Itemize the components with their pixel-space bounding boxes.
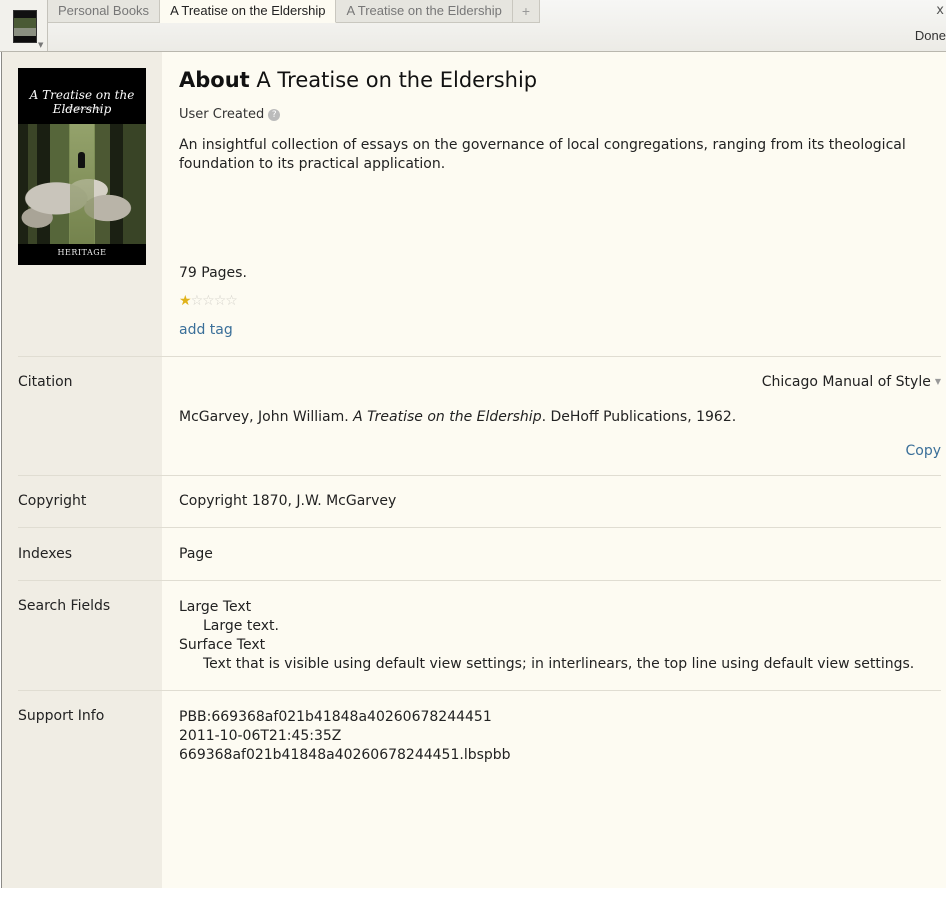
star-icon[interactable]: ☆ xyxy=(191,293,204,309)
chevron-down-icon: ▼ xyxy=(934,377,941,386)
tab-list: Personal Books A Treatise on the Eldersh… xyxy=(48,0,540,23)
support-id: PBB:669368af021b41848a40260678244451 xyxy=(179,709,492,725)
indexes-label: Indexes xyxy=(18,546,73,562)
citation-publisher: . DeHoff Publications, 1962. xyxy=(541,409,737,425)
close-icon[interactable]: x xyxy=(936,3,944,18)
star-icon[interactable]: ☆ xyxy=(202,293,215,309)
indexes-value: Page xyxy=(179,546,213,562)
copyright-label: Copyright xyxy=(18,493,87,509)
book-cover: A Treatise on the Eldership J. W. McGarv… xyxy=(18,68,146,265)
new-tab-button[interactable]: + xyxy=(512,0,540,23)
user-created-label: User Created? xyxy=(179,107,281,122)
done-button[interactable]: Done xyxy=(915,28,946,43)
citation-author: McGarvey, John William. xyxy=(179,409,354,425)
cover-publisher-logo: HERITAGE xyxy=(57,248,107,257)
star-icon[interactable]: ☆ xyxy=(225,293,238,309)
resource-thumbnail-button[interactable]: ▼ xyxy=(0,0,48,51)
tab-personal-books[interactable]: Personal Books xyxy=(48,0,161,23)
search-fields-row: Search Fields Large Text Large text. Sur… xyxy=(18,598,941,678)
support-filename: 669368af021b41848a40260678244451.lbspbb xyxy=(179,747,511,763)
tab-treatise[interactable]: A Treatise on the Eldership xyxy=(336,0,513,23)
add-tag-link[interactable]: add tag xyxy=(179,322,233,338)
book-description: An insightful collection of essays on th… xyxy=(179,137,906,172)
search-fields-label: Search Fields xyxy=(18,598,111,614)
citation-text: McGarvey, John William. A Treatise on th… xyxy=(179,409,939,425)
citation-row: Citation Chicago Manual of Style ▼ McGarv… xyxy=(18,374,941,464)
divider xyxy=(18,580,941,581)
search-field-name: Large Text xyxy=(179,599,252,615)
star-icon[interactable]: ★ xyxy=(179,293,192,309)
tab-bar: ▼ Personal Books A Treatise on the Elder… xyxy=(0,0,946,52)
search-field-name: Surface Text xyxy=(179,637,266,653)
divider xyxy=(18,356,941,357)
page-count: 79 Pages. xyxy=(179,265,247,281)
indexes-row: Indexes Page xyxy=(18,546,941,566)
copyright-row: Copyright Copyright 1870, J.W. McGarvey xyxy=(18,493,941,513)
star-rating[interactable]: ★☆☆☆☆ xyxy=(179,293,238,309)
support-info-label: Support Info xyxy=(18,708,105,724)
help-icon[interactable]: ? xyxy=(268,109,281,121)
cover-author: J. W. McGarvey xyxy=(62,106,102,112)
star-icon[interactable]: ☆ xyxy=(214,293,227,309)
support-info-row: Support Info PBB:669368af021b41848a40260… xyxy=(18,708,941,768)
citation-title: A Treatise on the Eldership xyxy=(353,409,542,425)
book-thumbnail-icon xyxy=(13,10,37,43)
copy-button[interactable]: Copy xyxy=(905,443,941,459)
about-panel: A Treatise on the Eldership J. W. McGarv… xyxy=(1,52,946,888)
divider xyxy=(18,475,941,476)
search-field-desc: Large text. xyxy=(203,618,279,634)
cover-artwork xyxy=(18,124,146,244)
dropdown-caret-icon: ▼ xyxy=(38,41,44,49)
cover-path xyxy=(70,124,94,244)
cover-shepherd xyxy=(78,152,85,168)
search-fields-list: Large Text Large text. Surface Text Text… xyxy=(179,598,939,674)
copyright-value: Copyright 1870, J.W. McGarvey xyxy=(179,493,397,509)
about-heading: About xyxy=(179,68,250,92)
support-timestamp: 2011-10-06T21:45:35Z xyxy=(179,728,342,744)
citation-style-value: Chicago Manual of Style xyxy=(761,374,931,390)
citation-label: Citation xyxy=(18,374,73,390)
user-created-text: User Created xyxy=(179,107,265,122)
book-title: A Treatise on the Eldership xyxy=(256,68,538,92)
citation-style-select[interactable]: Chicago Manual of Style ▼ xyxy=(762,374,941,390)
divider xyxy=(18,527,941,528)
search-field-desc: Text that is visible using default view … xyxy=(203,656,915,672)
page-title: About A Treatise on the Eldership xyxy=(179,68,537,92)
support-info-lines: PBB:669368af021b41848a40260678244451 201… xyxy=(179,708,939,765)
divider xyxy=(18,690,941,691)
tab-treatise-active[interactable]: A Treatise on the Eldership xyxy=(160,0,337,23)
